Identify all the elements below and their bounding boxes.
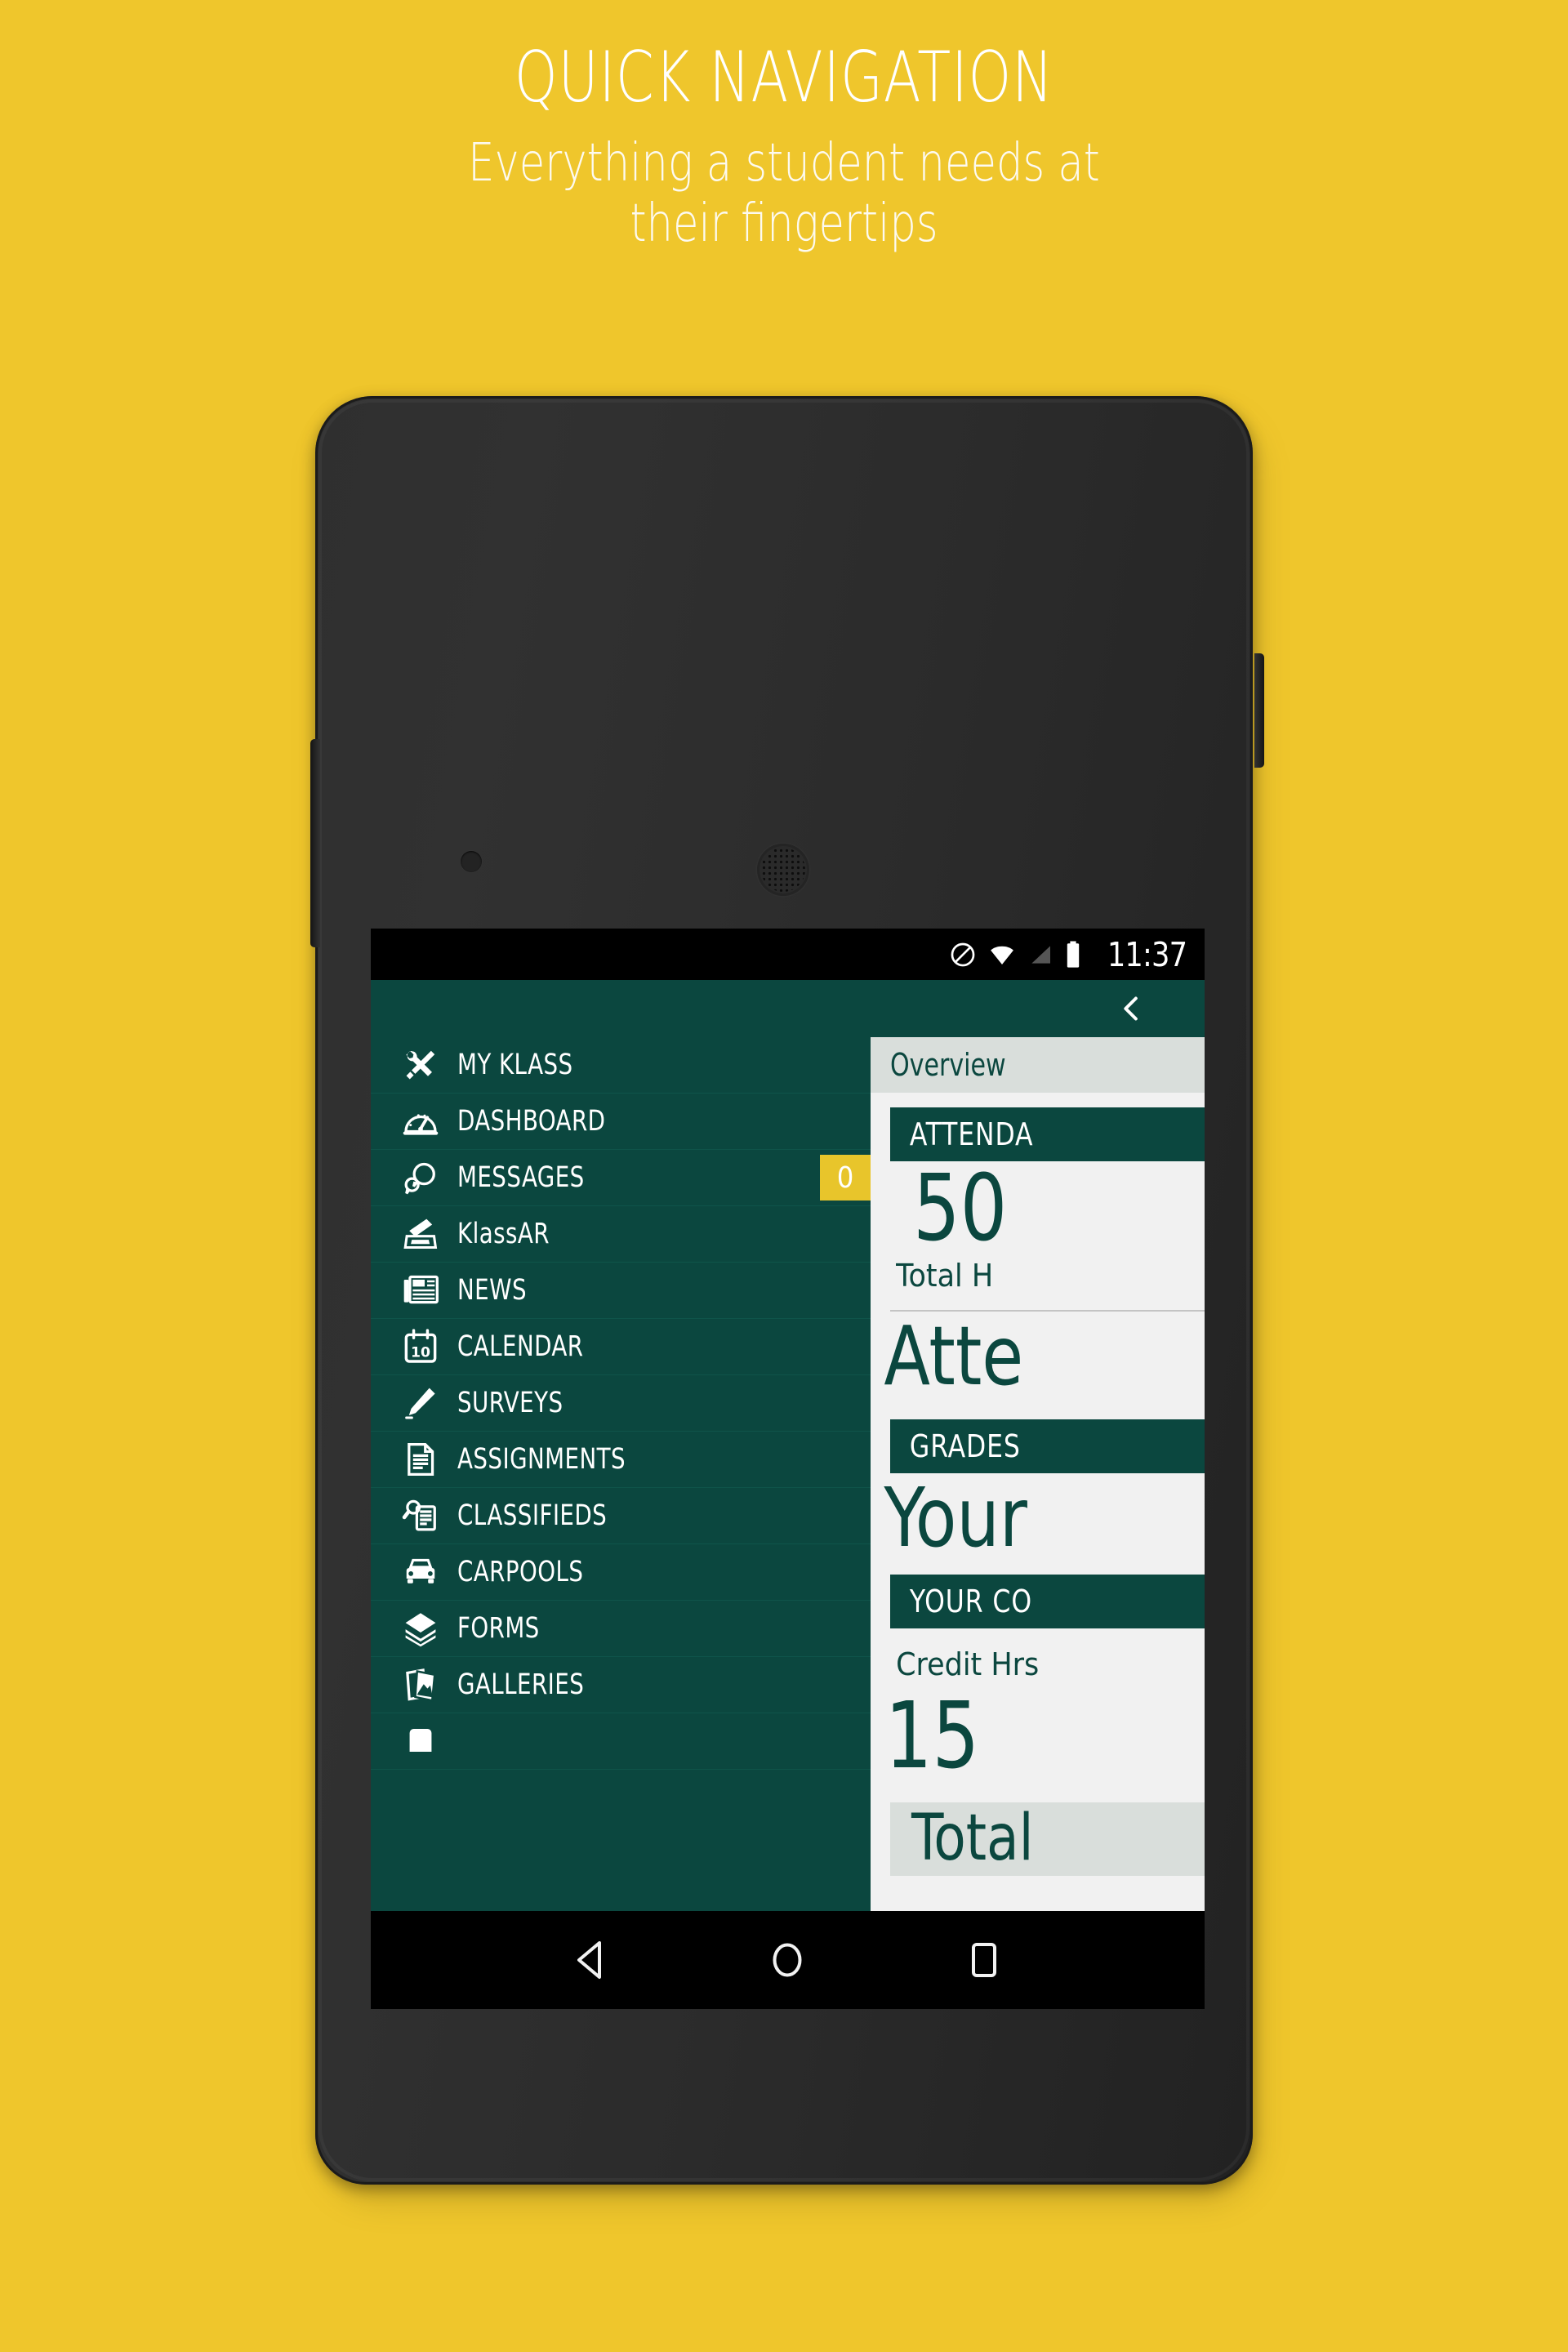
layers-icon [395, 1607, 446, 1650]
page-title: QUICK NAVIGATION [514, 37, 1054, 118]
total-headline: Total [911, 1802, 1034, 1876]
home-circle-icon[interactable] [759, 1931, 816, 1989]
app-content-area: Overview ATTENDA 50 Total H Atte GRADES … [371, 1037, 1205, 1911]
courses-section-badge: YOUR CO [890, 1574, 1205, 1628]
drawer-item-partial[interactable] [371, 1713, 871, 1770]
navigation-drawer: MY KLASS DASHBOARD MESSAGES 0 KlassAR NE… [371, 1037, 871, 1911]
phone-side-button-left[interactable] [310, 739, 320, 947]
do-not-disturb-icon [949, 941, 977, 969]
earpiece-speaker-icon [757, 844, 809, 896]
gauge-icon [395, 1100, 446, 1143]
chevron-left-icon[interactable] [1113, 991, 1149, 1027]
drawer-label: CLASSIFIEDS [457, 1499, 608, 1532]
credit-hours-value: 15 [884, 1682, 980, 1789]
messages-badge: 0 [820, 1155, 871, 1200]
back-triangle-icon[interactable] [563, 1931, 620, 1989]
promo-header: QUICK NAVIGATION Everything a student ne… [0, 0, 1568, 254]
attendance-headline: Atte [884, 1307, 1024, 1404]
phone-body: 11:37 Overview ATTENDA 50 Total H Atte G… [315, 396, 1253, 2185]
drawer-label: CARPOOLS [457, 1556, 584, 1588]
status-bar-clock: 11:37 [1107, 934, 1187, 974]
attendance-section-badge: ATTENDA [890, 1107, 1205, 1161]
battery-icon [1064, 940, 1082, 969]
drawer-label: CALENDAR [457, 1330, 584, 1363]
drawer-item-forms[interactable]: FORMS [371, 1601, 871, 1657]
courses-caption: Credit Hrs [896, 1646, 1040, 1682]
total-strip: Total [890, 1802, 1205, 1877]
drawer-item-my-klass[interactable]: MY KLASS [371, 1037, 871, 1094]
drawer-label: NEWS [457, 1274, 527, 1307]
phone-screen: 11:37 Overview ATTENDA 50 Total H Atte G… [371, 929, 1205, 1911]
drawer-item-news[interactable]: NEWS [371, 1263, 871, 1319]
pencil-icon [395, 1382, 446, 1424]
chat-icon [395, 1156, 446, 1199]
drawer-item-galleries[interactable]: GALLERIES [371, 1657, 871, 1713]
attendance-value: 50 [913, 1156, 1008, 1262]
drawer-label: ASSIGNMENTS [457, 1443, 626, 1476]
drawer-item-dashboard[interactable]: DASHBOARD [371, 1094, 871, 1150]
drawer-label: MY KLASS [457, 1049, 573, 1081]
drawer-item-assignments[interactable]: ASSIGNMENTS [371, 1432, 871, 1488]
classifieds-icon [395, 1494, 446, 1537]
grades-section-badge: GRADES [890, 1419, 1205, 1473]
cellular-signal-icon [1027, 941, 1054, 969]
drawer-label: FORMS [457, 1612, 540, 1645]
phone-mockup: 11:37 Overview ATTENDA 50 Total H Atte G… [310, 396, 1264, 2203]
attendance-caption: Total H [896, 1257, 994, 1294]
android-status-bar: 11:37 [371, 929, 1205, 980]
drawer-item-calendar[interactable]: 10 CALENDAR [371, 1319, 871, 1375]
recents-square-icon[interactable] [956, 1931, 1013, 1989]
grades-headline: Your [884, 1469, 1027, 1566]
page-subtitle: Everything a student needs at their fing… [468, 133, 1100, 254]
document-icon [395, 1438, 446, 1481]
car-icon [395, 1551, 446, 1593]
front-camera-icon [461, 851, 482, 872]
calendar-icon: 10 [395, 1325, 446, 1368]
drawer-item-classifieds[interactable]: CLASSIFIEDS [371, 1488, 871, 1544]
phone-side-button-right[interactable] [1254, 653, 1264, 768]
drawer-label: MESSAGES [457, 1161, 585, 1194]
android-navigation-bar [371, 1911, 1205, 2009]
tab-overview[interactable]: Overview [890, 1047, 1006, 1083]
overview-panel: Overview ATTENDA 50 Total H Atte GRADES … [869, 1037, 1205, 1911]
drawer-item-surveys[interactable]: SURVEYS [371, 1375, 871, 1432]
photos-icon [395, 1664, 446, 1706]
drawer-item-messages[interactable]: MESSAGES 0 [371, 1150, 871, 1206]
wifi-icon [987, 941, 1017, 969]
newspaper-icon [395, 1269, 446, 1312]
svg-text:10: 10 [411, 1344, 430, 1361]
drawer-item-carpools[interactable]: CARPOOLS [371, 1544, 871, 1601]
drawer-label: GALLERIES [457, 1668, 585, 1701]
scanner-icon [395, 1213, 446, 1255]
drawer-label: DASHBOARD [457, 1105, 606, 1138]
overview-sections: ATTENDA 50 Total H Atte GRADES Your YOUR… [869, 1093, 1205, 1877]
phone-chin [315, 2009, 1253, 2185]
tools-icon [395, 1044, 446, 1086]
tab-bar: Overview [869, 1037, 1205, 1093]
app-toolbar [371, 980, 1205, 1037]
drawer-label: KlassAR [457, 1218, 550, 1250]
partial-icon [395, 1720, 446, 1762]
drawer-label: SURVEYS [457, 1387, 564, 1419]
drawer-item-klassar[interactable]: KlassAR [371, 1206, 871, 1263]
